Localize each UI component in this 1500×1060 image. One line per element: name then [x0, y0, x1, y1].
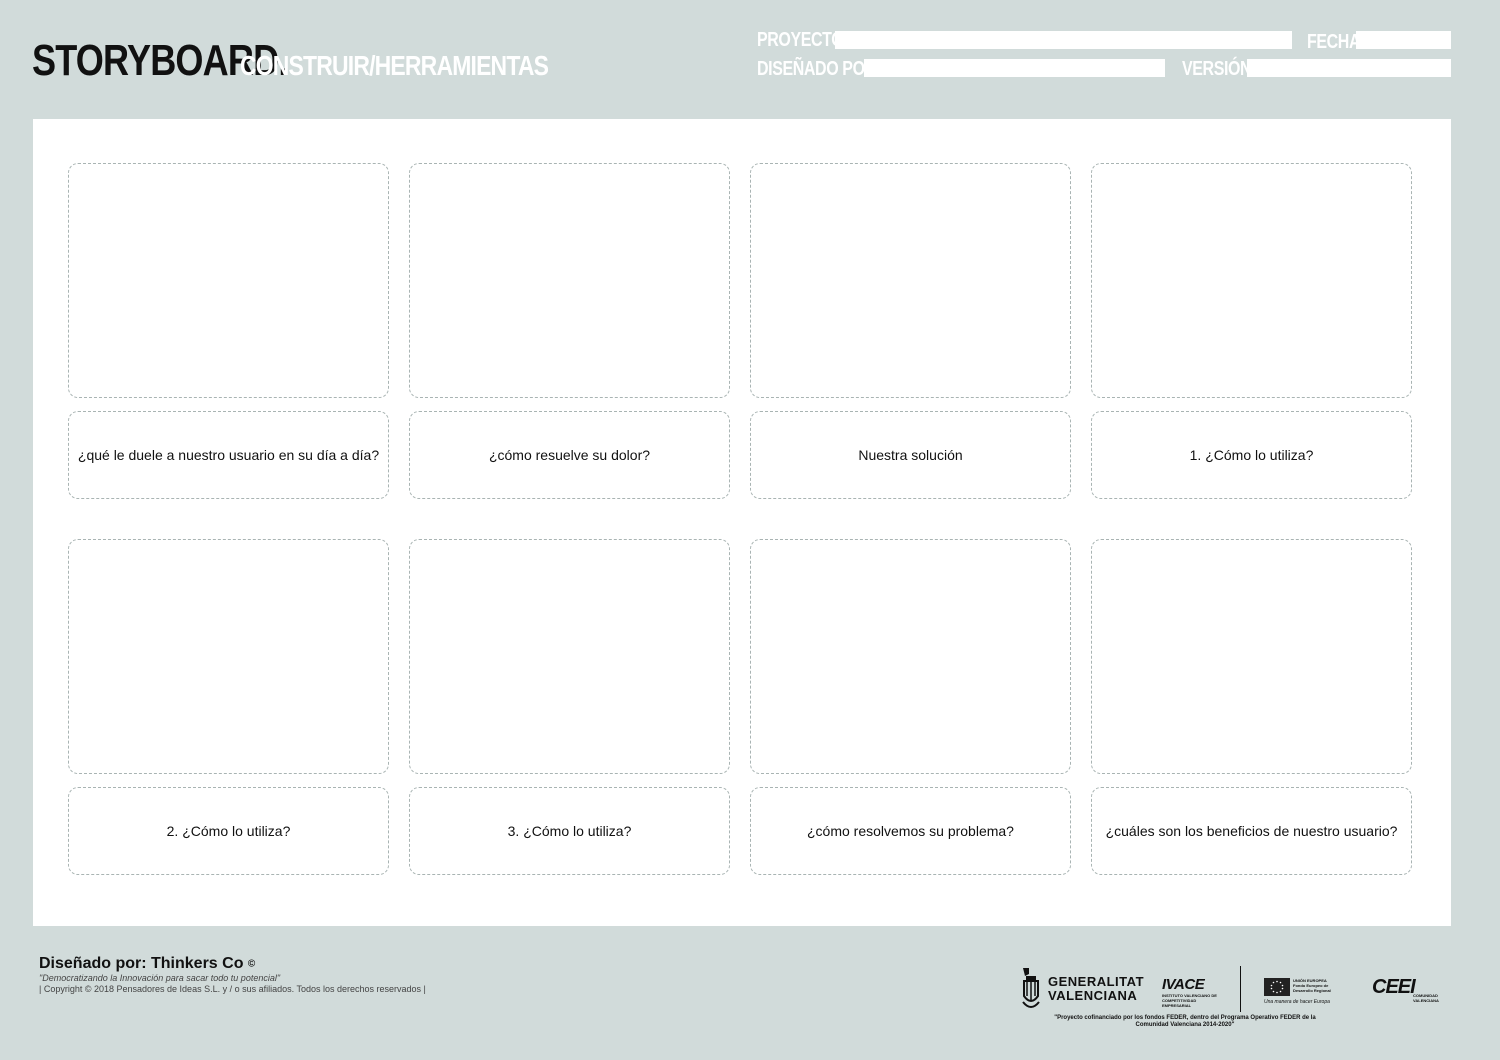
storyboard-sheet: ¿qué le duele a nuestro usuario en su dí… [33, 119, 1451, 926]
panel-5-caption[interactable]: 2. ¿Cómo lo utiliza? [68, 787, 389, 875]
generalitat-crest-icon [1022, 968, 1040, 1008]
logo-divider [1240, 966, 1241, 1012]
eu-tagline: Una manera de hacer Europa [1264, 999, 1330, 1005]
credit-copyright: | Copyright © 2018 Pensadores de Ideas S… [39, 984, 426, 994]
ceei-subtitle: COMUNIDAD VALENCIANA [1413, 993, 1439, 1003]
panel-6-caption[interactable]: 3. ¿Cómo lo utiliza? [409, 787, 730, 875]
panel-7-caption[interactable]: ¿cómo resolvemos su problema? [750, 787, 1071, 875]
eu-line2: Fondo Europeo de Desarrollo Regional [1293, 983, 1331, 993]
panel-1-caption[interactable]: ¿qué le duele a nuestro usuario en su dí… [68, 411, 389, 499]
panel-3-caption[interactable]: Nuestra solución [750, 411, 1071, 499]
proyecto-field[interactable] [835, 31, 1292, 49]
panel-5-frame[interactable] [68, 539, 389, 774]
credit-title: Diseñado por: Thinkers Co © [39, 955, 426, 973]
footer-credit: Diseñado por: Thinkers Co © "Democratiza… [39, 955, 426, 995]
version-field[interactable] [1247, 59, 1451, 77]
panel-4-frame[interactable] [1091, 163, 1412, 398]
ceei-sub-line2: VALENCIANA [1413, 998, 1439, 1003]
credit-tagline: "Democratizando la Innovación para sacar… [39, 973, 281, 983]
panel-8-frame[interactable] [1091, 539, 1412, 774]
generalitat-line2: VALENCIANA [1048, 988, 1138, 1003]
eu-text: UNIÓN EUROPEA Fondo Europeo de Desarroll… [1293, 978, 1343, 993]
ivace-subtitle: INSTITUTO VALENCIANO DE COMPETITIVIDAD E… [1162, 993, 1217, 1008]
sponsor-logos: GENERALITAT VALENCIANA IVACE INSTITUTO V… [1020, 962, 1460, 1032]
storyboard-title: STORYBOARD. CONSTRUIR/HERRAMIENTAS [32, 36, 616, 86]
panel-4-caption[interactable]: 1. ¿Cómo lo utiliza? [1091, 411, 1412, 499]
ivace-logo: IVACE [1162, 976, 1205, 993]
proyecto-label: PROYECTO [757, 29, 844, 51]
panel-7-frame[interactable] [750, 539, 1071, 774]
title-main: STORYBOARD. [32, 36, 288, 85]
fecha-label: FECHA [1307, 31, 1361, 53]
credit-title-text: Diseñado por: Thinkers Co [39, 955, 244, 972]
disenado-por-label: DISEÑADO POR [757, 58, 876, 80]
panel-1-frame[interactable] [68, 163, 389, 398]
generalitat-line1: GENERALITAT [1048, 974, 1145, 989]
ceei-logo: CEEI [1372, 976, 1416, 998]
panel-2-frame[interactable] [409, 163, 730, 398]
panel-8-caption[interactable]: ¿cuáles son los beneficios de nuestro us… [1091, 787, 1412, 875]
eu-flag-icon [1264, 978, 1290, 996]
copyright-symbol: © [247, 958, 256, 970]
disenado-por-field[interactable] [864, 59, 1165, 77]
generalitat-logo: GENERALITAT VALENCIANA [1020, 966, 1144, 1012]
panel-2-caption[interactable]: ¿cómo resuelve su dolor? [409, 411, 730, 499]
title-subtitle: CONSTRUIR/HERRAMIENTAS [240, 50, 549, 81]
version-label: VERSIÓN [1182, 58, 1252, 80]
panel-3-frame[interactable] [750, 163, 1071, 398]
feder-note: "Proyecto cofinanciado por los fondos FE… [1054, 1015, 1316, 1028]
panel-6-frame[interactable] [409, 539, 730, 774]
fecha-field[interactable] [1356, 31, 1451, 49]
